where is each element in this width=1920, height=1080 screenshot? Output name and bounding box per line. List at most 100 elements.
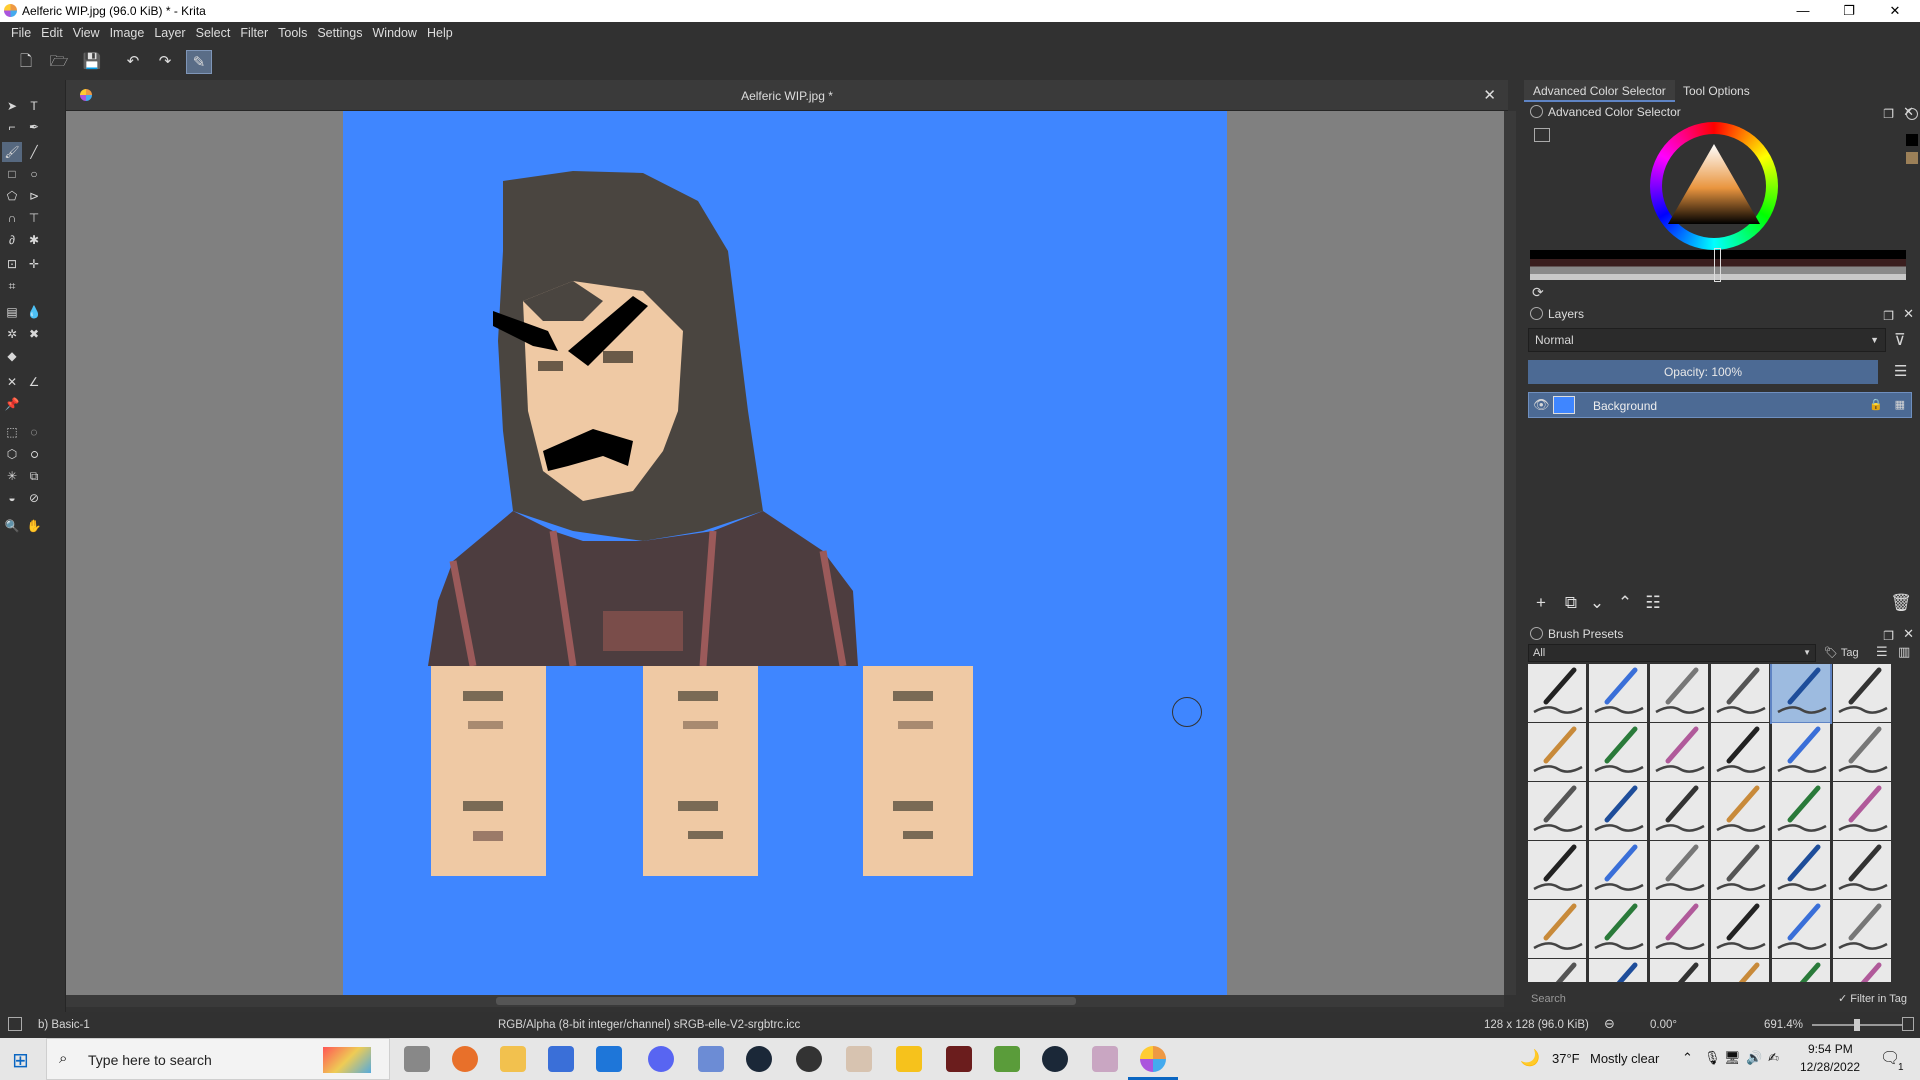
game-icon[interactable] xyxy=(846,1046,872,1072)
brush-preset-tile[interactable] xyxy=(1772,723,1830,781)
save-icon[interactable]: 💾 xyxy=(79,50,105,74)
brush-preset-tile[interactable] xyxy=(1772,841,1830,899)
open-folder-icon[interactable]: 🗁 xyxy=(46,50,72,74)
menu-window[interactable]: Window xyxy=(368,22,422,44)
menu-file[interactable]: File xyxy=(6,22,36,44)
bezier-selection-tool-icon[interactable]: ◒ xyxy=(2,488,22,508)
weather-condition[interactable]: Mostly clear xyxy=(1590,1051,1659,1066)
rotation-value[interactable]: 0.00° xyxy=(1650,1019,1677,1031)
brush-preset-tile[interactable] xyxy=(1711,900,1769,958)
reference-images-tool-icon[interactable]: 📌 xyxy=(2,394,22,414)
brush-preset-tile[interactable] xyxy=(1650,900,1708,958)
task-view-icon[interactable] xyxy=(404,1046,430,1072)
layer-item[interactable]: 👁 Background 🔒 ▦ xyxy=(1528,392,1912,418)
brush-preset-tile[interactable] xyxy=(1772,900,1830,958)
krita-taskbar-icon[interactable] xyxy=(1140,1046,1166,1072)
bezier-tool-icon[interactable]: ∩ xyxy=(2,208,22,228)
lock-icon[interactable] xyxy=(1530,627,1543,640)
blend-mode-dropdown[interactable]: Normal ▼ xyxy=(1528,328,1886,352)
brush-preset-tile[interactable] xyxy=(1650,782,1708,840)
clock-time[interactable]: 9:54 PM xyxy=(1808,1042,1853,1056)
menu-image[interactable]: Image xyxy=(105,22,150,44)
measure-tool-icon[interactable]: ∠ xyxy=(24,372,44,392)
add-layer-icon[interactable]: + xyxy=(1528,593,1554,615)
color-selector-settings-icon[interactable] xyxy=(1534,128,1550,142)
game-icon[interactable] xyxy=(1092,1046,1118,1072)
menu-view[interactable]: View xyxy=(68,22,105,44)
volume-icon[interactable]: 🔊 xyxy=(1746,1050,1762,1066)
brush-tag-filter-dropdown[interactable]: All ▼ xyxy=(1528,644,1816,662)
close-docker-icon[interactable]: ✕ xyxy=(1903,624,1914,644)
multibrush-tool-icon[interactable]: ✱ xyxy=(24,230,44,250)
bluestacks-icon[interactable] xyxy=(994,1046,1020,1072)
rotation-icon[interactable]: ⊖ xyxy=(1604,1016,1615,1032)
brush-preset-tile[interactable] xyxy=(1711,664,1769,722)
maximize-button[interactable]: ❐ xyxy=(1826,0,1872,22)
ellipse-tool-icon[interactable]: ○ xyxy=(24,164,44,184)
brush-preset-tile[interactable] xyxy=(1833,900,1891,958)
brush-preset-tile[interactable] xyxy=(1711,782,1769,840)
brush-preset-tile[interactable] xyxy=(1711,959,1769,982)
brush-preset-tile[interactable] xyxy=(1711,841,1769,899)
canvas-only-icon[interactable] xyxy=(1902,1017,1914,1031)
pan-tool-icon[interactable]: ✋ xyxy=(24,516,44,536)
menu-filter[interactable]: Filter xyxy=(235,22,273,44)
layer-properties-icon[interactable]: ☷ xyxy=(1640,593,1666,615)
brush-preset-tile[interactable] xyxy=(1589,841,1647,899)
zoom-value[interactable]: 691.4% xyxy=(1764,1019,1803,1031)
brush-preset-tile[interactable] xyxy=(1772,959,1830,982)
file-explorer-icon[interactable] xyxy=(500,1046,526,1072)
brush-display-mode-icon[interactable]: ▥ xyxy=(1898,644,1910,660)
brush-preset-tile[interactable] xyxy=(1589,900,1647,958)
firefox-icon[interactable] xyxy=(452,1046,478,1072)
elliptical-selection-tool-icon[interactable]: ◌ xyxy=(24,422,44,442)
delete-layer-icon[interactable]: 🗑 xyxy=(1888,593,1914,615)
brush-preset-tile[interactable] xyxy=(1528,959,1586,982)
new-document-icon[interactable]: 🗋 xyxy=(13,50,39,74)
redo-icon[interactable]: ↷ xyxy=(152,50,178,74)
polygon-tool-icon[interactable]: ⬠ xyxy=(2,186,22,206)
brush-preset-tile[interactable] xyxy=(1589,664,1647,722)
saturation-value-triangle[interactable] xyxy=(1664,140,1764,230)
close-docker-icon[interactable]: ✕ xyxy=(1903,304,1914,324)
filter-icon[interactable]: ⊽ xyxy=(1894,330,1906,350)
brush-preset-tile[interactable] xyxy=(1650,664,1708,722)
colorize-mask-tool-icon[interactable]: ✖ xyxy=(24,324,44,344)
refresh-icon[interactable]: ⟳ xyxy=(1532,284,1544,301)
rectangle-tool-icon[interactable]: □ xyxy=(2,164,22,184)
foreground-color-swatch[interactable] xyxy=(1906,134,1918,146)
brush-search-input[interactable]: Search xyxy=(1528,990,1788,1008)
windows-start-icon[interactable]: ⊞ xyxy=(12,1048,29,1073)
move-layer-up-icon[interactable]: ⌃ xyxy=(1612,593,1638,615)
weather-moon-icon[interactable]: 🌙 xyxy=(1520,1048,1540,1068)
freehand-brush-tool-icon[interactable]: 🖌 xyxy=(2,142,22,162)
microsoft-store-icon[interactable] xyxy=(548,1046,574,1072)
gradient-tool-icon[interactable]: ▤ xyxy=(2,302,22,322)
weather-temperature[interactable]: 37°F xyxy=(1552,1051,1580,1066)
brush-preset-tile[interactable] xyxy=(1589,959,1647,982)
text-tool-icon[interactable]: T xyxy=(24,96,44,116)
alpha-lock-icon[interactable]: 🔒 xyxy=(1869,398,1883,411)
inherit-alpha-icon[interactable]: ▦ xyxy=(1895,398,1905,411)
color-profile-info[interactable]: RGB/Alpha (8-bit integer/channel) sRGB-e… xyxy=(498,1019,800,1031)
taskbar-search-box[interactable]: ⌕ Type here to search xyxy=(46,1038,390,1080)
move-tool-icon[interactable]: ✛ xyxy=(24,254,44,274)
brush-preset-tile[interactable] xyxy=(1711,723,1769,781)
brush-preset-tile[interactable] xyxy=(1528,841,1586,899)
pen-icon[interactable]: ✍ xyxy=(1768,1050,1779,1066)
sticky-app-icon[interactable] xyxy=(896,1046,922,1072)
assistant-tool-icon[interactable]: ✕ xyxy=(2,372,22,392)
brush-preset-tile[interactable] xyxy=(1650,959,1708,982)
steam-icon[interactable] xyxy=(746,1046,772,1072)
contiguous-selection-tool-icon[interactable]: ✳ xyxy=(2,466,22,486)
brush-preset-tile[interactable] xyxy=(1833,664,1891,722)
eye-icon[interactable]: 👁 xyxy=(1533,397,1550,413)
brush-preset-tile[interactable] xyxy=(1589,723,1647,781)
horizontal-scrollbar[interactable] xyxy=(66,995,1504,1007)
brush-preset-tile[interactable] xyxy=(1770,664,1832,724)
brush-preset-tile[interactable] xyxy=(1650,723,1708,781)
menu-select[interactable]: Select xyxy=(191,22,236,44)
microphone-icon[interactable]: 🎙 xyxy=(1704,1050,1721,1066)
shade-slider-handle[interactable] xyxy=(1714,248,1721,282)
brush-view-menu-icon[interactable]: ☰ xyxy=(1876,644,1888,660)
